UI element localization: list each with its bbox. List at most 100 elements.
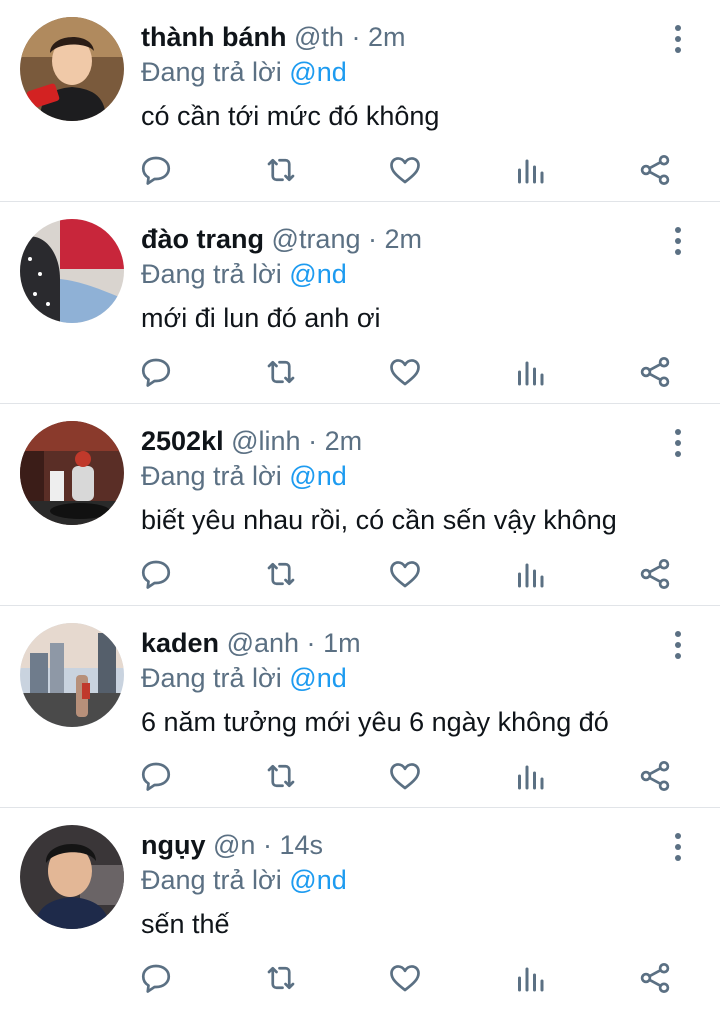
avatar-photo <box>20 17 124 121</box>
display-name[interactable]: đào trang <box>141 224 264 254</box>
retweet-button[interactable] <box>263 960 299 996</box>
analytics-icon <box>518 563 544 588</box>
avatar[interactable] <box>20 623 124 727</box>
reply-button[interactable] <box>138 556 174 592</box>
display-name[interactable]: thành bánh <box>141 22 286 52</box>
reply-button[interactable] <box>138 354 174 390</box>
more-button[interactable] <box>664 628 692 662</box>
tweet-text: có cần tới mức đó không <box>141 101 440 131</box>
more-vertical-icon <box>675 833 681 861</box>
analytics-button[interactable] <box>512 758 548 794</box>
retweet-button[interactable] <box>263 152 299 188</box>
user-handle[interactable]: @trang <box>272 224 361 254</box>
retweet-button[interactable] <box>263 556 299 592</box>
user-handle[interactable]: @anh <box>227 628 299 658</box>
replying-label: Đang trả lời <box>141 865 282 895</box>
more-button[interactable] <box>664 830 692 864</box>
more-vertical-icon <box>675 429 681 457</box>
avatar[interactable] <box>20 421 124 525</box>
mention-link[interactable]: @nd <box>289 461 346 491</box>
user-handle[interactable]: @linh <box>231 426 300 456</box>
replying-label: Đang trả lời <box>141 57 282 87</box>
more-vertical-icon <box>675 25 681 53</box>
more-button[interactable] <box>664 224 692 258</box>
timestamp[interactable]: 2m <box>368 22 406 52</box>
reply-tweet[interactable]: thành bánh @th · 2m Đang trả lời @nd có … <box>0 0 720 202</box>
mention-link[interactable]: @nd <box>289 57 346 87</box>
replying-label: Đang trả lời <box>141 259 282 289</box>
share-button[interactable] <box>637 556 673 592</box>
tweet-header: ngụy @n · 14s <box>141 828 323 862</box>
like-button[interactable] <box>387 354 423 390</box>
avatar[interactable] <box>20 219 124 323</box>
analytics-icon <box>518 967 544 992</box>
timestamp[interactable]: 14s <box>279 830 323 860</box>
analytics-button[interactable] <box>512 960 548 996</box>
replying-to: Đang trả lời @nd <box>141 55 347 89</box>
mention-link[interactable]: @nd <box>289 865 346 895</box>
like-button[interactable] <box>387 758 423 794</box>
avatar-photo <box>20 219 124 323</box>
analytics-button[interactable] <box>512 556 548 592</box>
more-vertical-icon <box>675 631 681 659</box>
avatar[interactable] <box>20 825 124 929</box>
share-button[interactable] <box>637 354 673 390</box>
user-handle[interactable]: @th <box>294 22 344 52</box>
timestamp[interactable]: 2m <box>385 224 423 254</box>
like-icon <box>390 561 420 588</box>
like-icon <box>390 359 420 386</box>
timestamp[interactable]: 1m <box>323 628 361 658</box>
like-button[interactable] <box>387 152 423 188</box>
avatar[interactable] <box>20 17 124 121</box>
share-button[interactable] <box>637 960 673 996</box>
mention-link[interactable]: @nd <box>289 259 346 289</box>
like-icon <box>390 157 420 184</box>
mention-link[interactable]: @nd <box>289 663 346 693</box>
tweet-text: biết yêu nhau rồi, có cần sến vậy không <box>141 505 617 535</box>
retweet-icon <box>267 360 295 384</box>
reply-tweet[interactable]: 2502kl @linh · 2m Đang trả lời @nd biết … <box>0 404 720 606</box>
tweet-header: thành bánh @th · 2m <box>141 20 405 54</box>
reply-button[interactable] <box>138 960 174 996</box>
separator: · <box>262 830 272 860</box>
retweet-icon <box>267 562 295 586</box>
share-icon <box>640 963 670 993</box>
avatar-photo <box>20 623 124 727</box>
analytics-button[interactable] <box>512 354 548 390</box>
tweet-header: đào trang @trang · 2m <box>141 222 422 256</box>
retweet-icon <box>267 764 295 788</box>
reply-icon <box>141 762 171 791</box>
share-button[interactable] <box>637 152 673 188</box>
analytics-icon <box>518 159 544 184</box>
reply-button[interactable] <box>138 758 174 794</box>
tweet-text: sến thế <box>141 909 230 939</box>
replying-label: Đang trả lời <box>141 663 282 693</box>
timestamp[interactable]: 2m <box>325 426 363 456</box>
analytics-button[interactable] <box>512 152 548 188</box>
retweet-icon <box>267 158 295 182</box>
analytics-icon <box>518 361 544 386</box>
replies-feed: thành bánh @th · 2m Đang trả lời @nd có … <box>0 0 720 1009</box>
reply-tweet[interactable]: đào trang @trang · 2m Đang trả lời @nd m… <box>0 202 720 404</box>
reply-icon <box>141 560 171 589</box>
more-button[interactable] <box>664 426 692 460</box>
separator: · <box>306 628 316 658</box>
like-button[interactable] <box>387 556 423 592</box>
share-icon <box>640 761 670 791</box>
reply-tweet[interactable]: ngụy @n · 14s Đang trả lời @nd sến thế <box>0 808 720 1010</box>
like-button[interactable] <box>387 960 423 996</box>
display-name[interactable]: ngụy <box>141 830 206 860</box>
retweet-button[interactable] <box>263 354 299 390</box>
share-button[interactable] <box>637 758 673 794</box>
more-button[interactable] <box>664 22 692 56</box>
display-name[interactable]: 2502kl <box>141 426 224 456</box>
user-handle[interactable]: @n <box>213 830 255 860</box>
reply-icon <box>141 156 171 185</box>
reply-tweet[interactable]: kaden @anh · 1m Đang trả lời @nd 6 năm t… <box>0 606 720 808</box>
avatar-photo <box>20 825 124 929</box>
reply-button[interactable] <box>138 152 174 188</box>
retweet-button[interactable] <box>263 758 299 794</box>
separator: · <box>308 426 318 456</box>
avatar-photo <box>20 421 124 525</box>
display-name[interactable]: kaden <box>141 628 219 658</box>
